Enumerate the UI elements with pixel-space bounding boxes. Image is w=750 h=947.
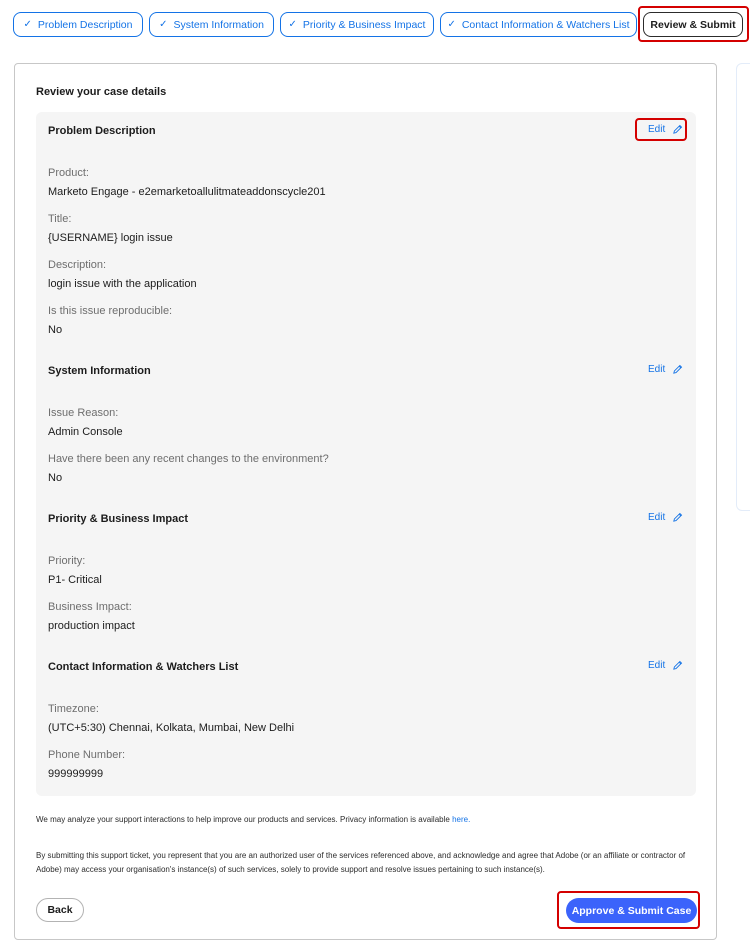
tab-label: System Information xyxy=(173,18,264,31)
check-icon: ✓ xyxy=(159,19,168,30)
field-value: production impact xyxy=(48,620,135,632)
pencil-icon xyxy=(673,660,683,670)
privacy-text: We may analyze your support interactions… xyxy=(36,815,450,824)
page-title: Review your case details xyxy=(36,86,167,98)
field-value: No xyxy=(48,324,63,336)
field-label: Issue Reason: xyxy=(48,407,119,419)
tab-label: Contact Information & Watchers List xyxy=(461,18,630,31)
approve-submit-case-button[interactable]: Approve & Submit Case xyxy=(566,898,697,923)
tab-review-submit[interactable]: Review & Submit xyxy=(643,12,743,37)
check-icon: ✓ xyxy=(447,19,456,30)
field-label: Priority: xyxy=(48,555,86,567)
field-label: Description: xyxy=(48,259,107,271)
field-value: Admin Console xyxy=(48,426,123,438)
edit-label: Edit xyxy=(648,660,666,671)
field-label: Product: xyxy=(48,167,89,179)
pencil-icon xyxy=(673,364,683,374)
tab-priority-business-impact[interactable]: ✓ Priority & Business Impact xyxy=(280,12,434,37)
field-label: Is this issue reproducible: xyxy=(48,305,173,317)
edit-problem-description-button[interactable]: Edit xyxy=(648,124,683,135)
review-card: Review your case details Problem Descrip… xyxy=(14,63,717,940)
field-value: No xyxy=(48,472,63,484)
step-tabs: ✓ Problem Description ✓ System Informati… xyxy=(13,12,750,38)
section-title-priority-business-impact: Priority & Business Impact xyxy=(48,513,188,525)
edit-label: Edit xyxy=(648,512,666,523)
field-value: (UTC+5:30) Chennai, Kolkata, Mumbai, New… xyxy=(48,722,295,734)
back-button[interactable]: Back xyxy=(36,898,84,922)
field-label: Title: xyxy=(48,213,72,225)
pencil-icon xyxy=(673,512,683,522)
field-label: Have there been any recent changes to th… xyxy=(48,453,329,465)
section-title-system-information: System Information xyxy=(48,365,151,377)
privacy-link[interactable]: here. xyxy=(452,815,470,824)
check-icon: ✓ xyxy=(288,19,297,30)
field-label: Phone Number: xyxy=(48,749,126,761)
field-label: Timezone: xyxy=(48,703,99,715)
section-title-problem-description: Problem Description xyxy=(48,125,156,137)
field-value: 999999999 xyxy=(48,768,104,780)
tab-contact-information[interactable]: ✓ Contact Information & Watchers List xyxy=(440,12,637,37)
edit-priority-business-impact-button[interactable]: Edit xyxy=(648,512,683,523)
side-panel xyxy=(736,63,750,511)
field-label: Business Impact: xyxy=(48,601,132,613)
tab-label: Problem Description xyxy=(37,18,133,31)
check-icon: ✓ xyxy=(23,19,32,30)
review-details-panel: Problem Description Edit Product: Market… xyxy=(36,112,696,796)
edit-system-information-button[interactable]: Edit xyxy=(648,364,683,375)
legal-notice: By submitting this support ticket, you r… xyxy=(36,851,686,874)
section-title-contact-information: Contact Information & Watchers List xyxy=(48,661,239,673)
edit-label: Edit xyxy=(648,364,666,375)
field-value: login issue with the application xyxy=(48,278,197,290)
tab-label: Priority & Business Impact xyxy=(302,18,426,31)
field-value: Marketo Engage - e2emarketoallulitmatead… xyxy=(48,186,326,198)
privacy-notice: We may analyze your support interactions… xyxy=(36,815,470,824)
tab-system-information[interactable]: ✓ System Information xyxy=(149,12,274,37)
edit-contact-information-button[interactable]: Edit xyxy=(648,660,683,671)
tab-problem-description[interactable]: ✓ Problem Description xyxy=(13,12,143,37)
field-value: {USERNAME} login issue xyxy=(48,232,173,244)
field-value: P1- Critical xyxy=(48,574,102,586)
pencil-icon xyxy=(673,124,683,134)
edit-label: Edit xyxy=(648,124,666,135)
tab-label: Review & Submit xyxy=(650,18,736,31)
